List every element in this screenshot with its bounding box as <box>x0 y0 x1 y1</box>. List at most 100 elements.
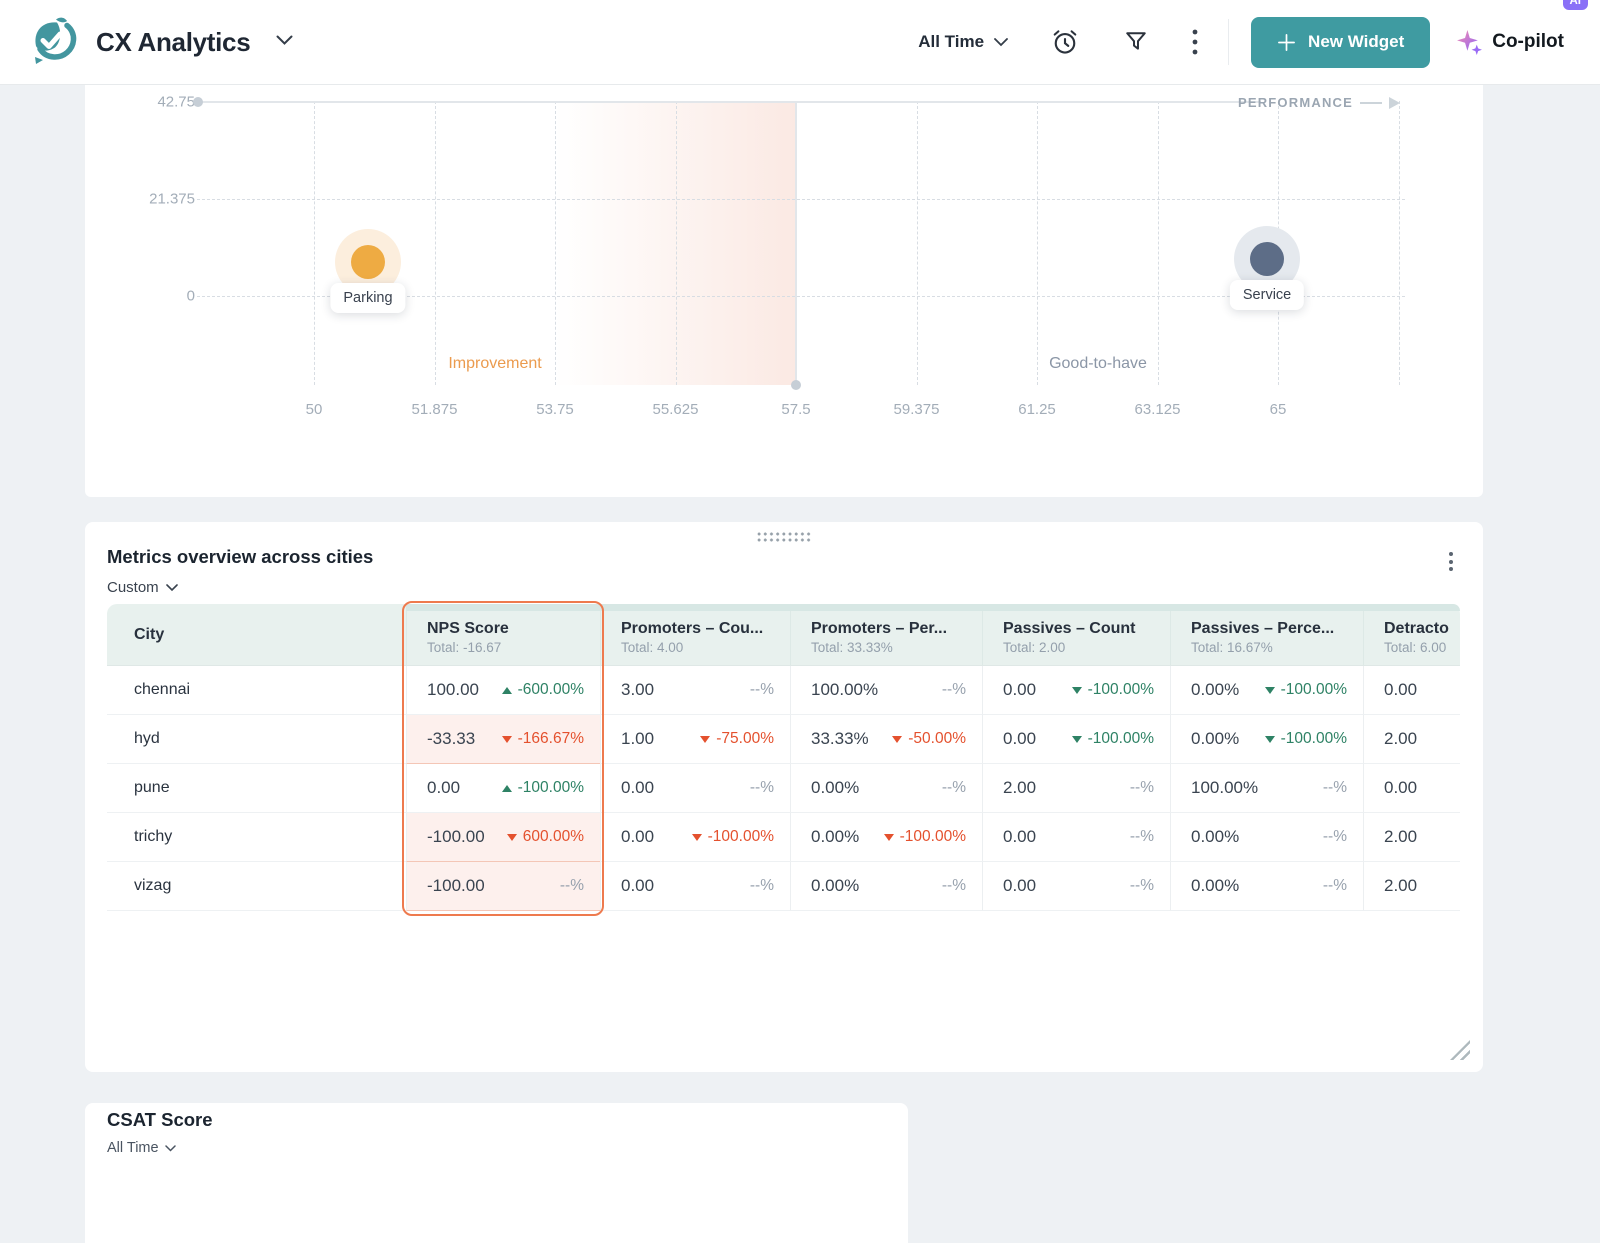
column-total: Total: 16.67% <box>1191 640 1349 655</box>
column-total: Total: 2.00 <box>1003 640 1156 655</box>
quadrant-label-good-to-have: Good-to-have <box>1049 355 1147 373</box>
column-header-metric[interactable]: Passives – Count Total: 2.00 <box>982 604 1170 665</box>
metrics-table: CityNPS ScoreTotal: -16.67Promoters – Co… <box>107 604 1460 911</box>
data-point[interactable] <box>1250 242 1284 276</box>
metric-cell: 0.00 <box>1363 764 1460 813</box>
metric-value: 0.00% <box>811 778 859 798</box>
metric-change-text: --% <box>942 877 966 895</box>
metric-value: 1.00 <box>621 729 654 749</box>
column-header-metric[interactable]: NPS ScoreTotal: -16.67 <box>406 604 600 665</box>
grid-line <box>314 101 315 385</box>
funnel-icon <box>1122 28 1150 56</box>
triangle-down-icon <box>502 736 512 743</box>
column-total: Total: 6.00 <box>1384 640 1460 655</box>
metric-change-text: --% <box>942 779 966 797</box>
data-point[interactable] <box>351 245 385 279</box>
alarm-clock-icon <box>1050 27 1080 57</box>
column-total: Total: 4.00 <box>621 640 776 655</box>
matrix-divider-line <box>795 101 797 385</box>
metric-change: --% <box>560 877 584 895</box>
column-header-metric[interactable]: DetractoTotal: 6.00 <box>1363 604 1460 665</box>
metric-change-text: -166.67% <box>518 730 584 748</box>
table-row[interactable]: trichy-100.00600.00%0.00-100.00%0.00%-10… <box>107 813 1460 862</box>
grid-line <box>1037 101 1038 385</box>
resize-handle[interactable] <box>1450 1040 1470 1060</box>
metric-cell: 33.33%-50.00% <box>790 715 982 764</box>
metric-value: 0.00 <box>1003 827 1036 847</box>
copilot-button[interactable]: Co-pilot AI <box>1456 29 1574 56</box>
column-header-metric[interactable]: Promoters – Cou... Total: 4.00 <box>600 604 790 665</box>
table-row[interactable]: vizag-100.00--%0.00--%0.00%--%0.00--%0.0… <box>107 862 1460 911</box>
metric-cell: 0.00%--% <box>1170 813 1363 862</box>
table-row[interactable]: chennai100.00-600.00%3.00--%100.00%--%0.… <box>107 666 1460 715</box>
point-label: Parking <box>330 283 405 313</box>
metric-change-text: --% <box>1323 828 1347 846</box>
triangle-up-icon <box>502 687 512 694</box>
x-tick-label: 53.75 <box>536 401 574 418</box>
metric-change: --% <box>750 681 774 699</box>
metric-value: 0.00 <box>1003 876 1036 896</box>
metric-cell: 3.00 --% <box>600 666 790 715</box>
metric-cell: 1.00 -75.00% <box>600 715 790 764</box>
drag-handle[interactable] <box>756 531 812 543</box>
divider-endpoint-dot <box>791 380 801 390</box>
metric-cell: 0.00--% <box>600 862 790 911</box>
metric-change: -166.67% <box>502 730 584 748</box>
metric-change: -100.00% <box>1265 730 1347 748</box>
axis-origin-dot <box>193 97 203 107</box>
x-tick-label: 57.5 <box>781 401 810 418</box>
app-title-chevron-icon[interactable] <box>276 33 293 51</box>
metric-change: -75.00% <box>700 730 774 748</box>
priority-matrix-card: 5051.87553.7555.62557.559.37561.2563.125… <box>85 85 1483 497</box>
performance-axis-label: PERFORMANCE <box>1238 95 1353 110</box>
metric-change: --% <box>942 779 966 797</box>
x-tick-label: 63.125 <box>1135 401 1181 418</box>
metric-value: 2.00 <box>1384 827 1417 847</box>
table-view-dropdown[interactable]: Custom <box>107 579 178 596</box>
table-menu-button[interactable] <box>1443 546 1459 577</box>
metric-change-text: --% <box>750 877 774 895</box>
metric-cell: 2.00 <box>1363 813 1460 862</box>
column-header-metric[interactable]: Promoters – Per...Total: 33.33% <box>790 604 982 665</box>
filter-button[interactable] <box>1122 28 1150 56</box>
metric-change: --% <box>750 779 774 797</box>
table-row[interactable]: pune0.00-100.00%0.00--%0.00%--%2.00--%10… <box>107 764 1460 813</box>
metric-cell: 0.00--% <box>600 764 790 813</box>
column-header-label: Passives – Perce... <box>1191 620 1349 638</box>
x-tick-label: 55.625 <box>653 401 699 418</box>
metric-value: -100.00 <box>427 827 485 847</box>
metric-change-text: --% <box>750 779 774 797</box>
header-menu-button[interactable] <box>1192 29 1198 55</box>
metric-value: 3.00 <box>621 680 654 700</box>
csat-time-dropdown[interactable]: All Time <box>107 1140 176 1156</box>
metric-cell: -33.33 -166.67% <box>406 715 600 764</box>
metric-value: 0.00% <box>1191 680 1239 700</box>
metric-value: -33.33 <box>427 729 475 749</box>
column-header-label: Promoters – Cou... <box>621 620 776 638</box>
metric-change-text: -100.00% <box>1281 681 1347 699</box>
metric-cell: 0.00%-100.00% <box>1170 715 1363 764</box>
table-row[interactable]: hyd-33.33-166.67%1.00-75.00%33.33%-50.00… <box>107 715 1460 764</box>
metric-value: -100.00 <box>427 876 485 896</box>
quadrant-label-improvement: Improvement <box>448 355 541 373</box>
scatter-plot: 5051.87553.7555.62557.559.37561.2563.125… <box>85 85 1483 497</box>
metric-cell: 0.00-100.00% <box>406 764 600 813</box>
new-widget-button[interactable]: New Widget <box>1251 17 1430 68</box>
metric-change-text: -600.00% <box>518 681 584 699</box>
metric-change-text: -100.00% <box>708 828 774 846</box>
performance-arrow-line <box>1360 102 1382 104</box>
metric-change: 600.00% <box>507 828 584 846</box>
metric-value: 2.00 <box>1384 876 1417 896</box>
alerts-button[interactable] <box>1050 27 1080 57</box>
column-header-city[interactable]: City <box>107 604 406 665</box>
triangle-down-icon <box>1265 687 1275 694</box>
header-divider <box>1228 19 1229 65</box>
x-tick-label: 61.25 <box>1018 401 1056 418</box>
header-scroll-strip <box>406 604 1460 611</box>
column-header-metric[interactable]: Passives – Perce... Total: 16.67% <box>1170 604 1363 665</box>
metric-cell: 0.00%-100.00% <box>790 813 982 862</box>
column-header-label: Passives – Count <box>1003 620 1156 638</box>
time-filter-dropdown[interactable]: All Time <box>918 32 1008 52</box>
metric-change: --% <box>942 877 966 895</box>
metric-value: 0.00% <box>811 827 859 847</box>
